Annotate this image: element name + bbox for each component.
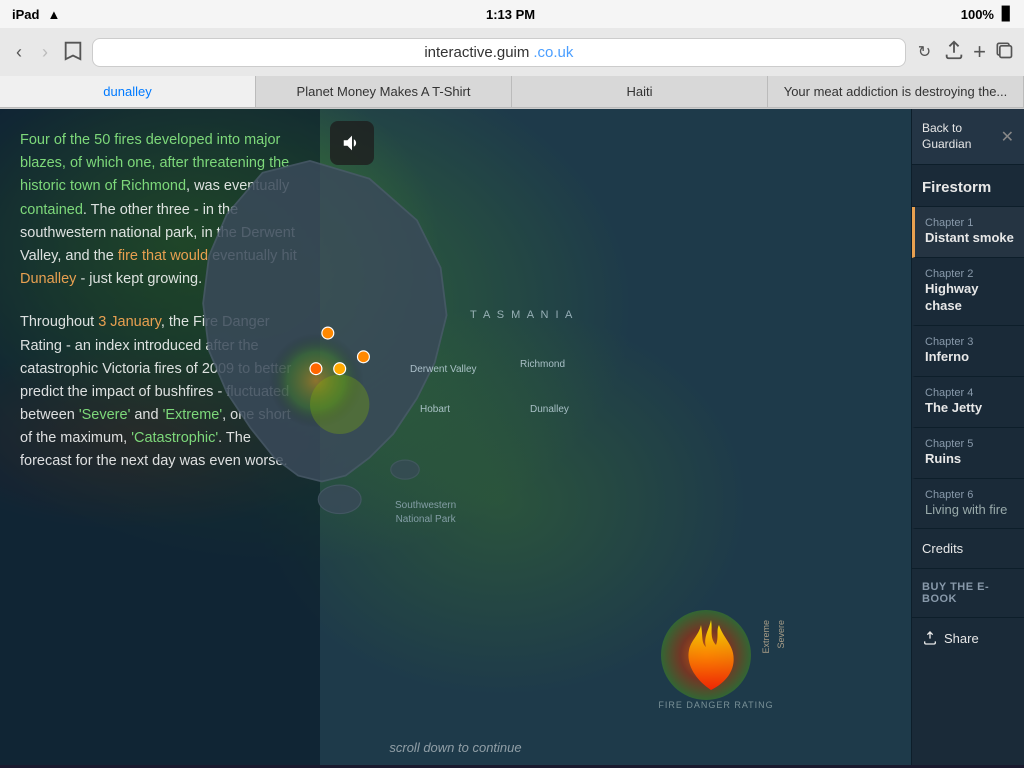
reload-button[interactable]: ↻ xyxy=(914,38,935,66)
forward-button[interactable]: › xyxy=(36,38,54,67)
content-area: Four of the 50 fires developed into majo… xyxy=(0,109,911,765)
scroll-hint: scroll down to continue xyxy=(389,740,521,755)
chapter-3-name: Inferno xyxy=(925,349,1014,366)
chapter-1-num: Chapter 1 xyxy=(925,217,1014,229)
battery-icon: ▊ xyxy=(1002,6,1012,22)
chapter-3-num: Chapter 3 xyxy=(925,336,1014,348)
sidebar-close-button[interactable]: ✕ xyxy=(1001,127,1014,147)
chapter-4-num: Chapter 4 xyxy=(925,387,1014,399)
url-tld: .co.uk xyxy=(533,44,573,61)
back-to-guardian-button[interactable]: Back to Guardian ✕ xyxy=(912,109,1024,165)
device-label: iPad xyxy=(12,7,39,22)
tab-meat[interactable]: Your meat addiction is destroying the... xyxy=(768,76,1024,107)
main-area: Four of the 50 fires developed into majo… xyxy=(0,109,1024,765)
url-domain: interactive.guim xyxy=(424,44,529,61)
chapter-2-item[interactable]: Chapter 2 Highway chase xyxy=(912,258,1024,326)
chapter-6-num: Chapter 6 xyxy=(925,489,1014,501)
share-button[interactable] xyxy=(943,39,965,66)
chapter-1-item[interactable]: Chapter 1 Distant smoke xyxy=(912,207,1024,258)
extreme-label: Extreme xyxy=(761,620,771,654)
status-left: iPad ▲ xyxy=(12,7,60,22)
chapter-5-name: Ruins xyxy=(925,451,1014,468)
back-label: Back to Guardian xyxy=(922,121,1001,152)
browser-chrome: ‹ › interactive.guim.co.uk ↻ + dunalley … xyxy=(0,28,1024,109)
bookmark-button[interactable] xyxy=(62,39,84,66)
chapter-1-name: Distant smoke xyxy=(925,230,1014,247)
tab-planet-money[interactable]: Planet Money Makes A T-Shirt xyxy=(256,76,512,107)
new-tab-button[interactable]: + xyxy=(973,39,986,65)
tasmania-map xyxy=(120,149,500,529)
chapter-4-item[interactable]: Chapter 4 The Jetty xyxy=(912,377,1024,428)
chapter-3-item[interactable]: Chapter 3 Inferno xyxy=(912,326,1024,377)
share-icon xyxy=(922,630,938,646)
tab-dunalley[interactable]: dunalley xyxy=(0,76,256,107)
sidebar: Back to Guardian ✕ Firestorm Chapter 1 D… xyxy=(911,109,1024,765)
browser-toolbar: ‹ › interactive.guim.co.uk ↻ + xyxy=(0,28,1024,76)
status-time: 1:13 PM xyxy=(486,7,535,22)
chapter-6-name: Living with fire xyxy=(925,502,1014,519)
browser-tabs: dunalley Planet Money Makes A T-Shirt Ha… xyxy=(0,76,1024,108)
story-title: Firestorm xyxy=(912,165,1024,207)
status-bar: iPad ▲ 1:13 PM 100% ▊ xyxy=(0,0,1024,28)
status-right: 100% ▊ xyxy=(961,6,1012,22)
credits-item[interactable]: Credits xyxy=(912,529,1024,569)
chapter-2-name: Highway chase xyxy=(925,281,1014,315)
tabs-button[interactable] xyxy=(994,40,1014,65)
chapter-4-name: The Jetty xyxy=(925,400,1014,417)
severe-label: Severe xyxy=(776,620,786,649)
fire-danger-area: Severe Extreme FIRE DANGER RATING xyxy=(651,600,781,710)
tab-haiti[interactable]: Haiti xyxy=(512,76,768,107)
chapter-2-num: Chapter 2 xyxy=(925,268,1014,280)
back-button[interactable]: ‹ xyxy=(10,38,28,67)
buy-ebook-label: BUY THE E-BOOK xyxy=(912,569,1024,618)
share-button[interactable]: Share xyxy=(912,618,1024,658)
battery-label: 100% xyxy=(961,7,994,22)
address-bar[interactable]: interactive.guim.co.uk xyxy=(92,38,906,67)
chapter-5-num: Chapter 5 xyxy=(925,438,1014,450)
wifi-icon: ▲ xyxy=(47,7,60,22)
chapter-6-item[interactable]: Chapter 6 Living with fire xyxy=(912,479,1024,530)
share-label: Share xyxy=(944,631,979,646)
chapter-5-item[interactable]: Chapter 5 Ruins xyxy=(912,428,1024,479)
